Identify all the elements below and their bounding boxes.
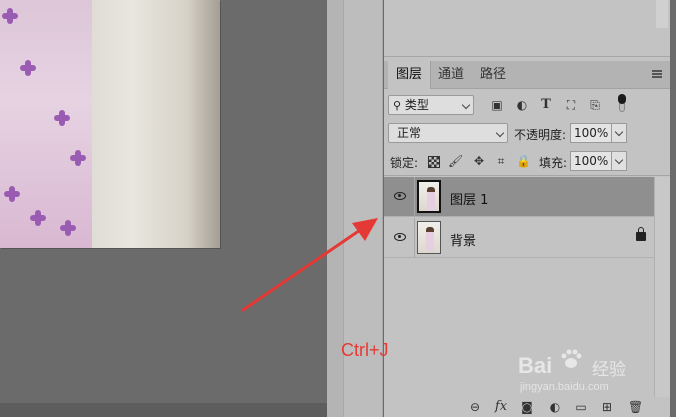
visibility-eye-icon[interactable]: [394, 192, 406, 200]
annotation-text: Ctrl+J: [341, 340, 389, 360]
fx-icon[interactable]: fx: [494, 400, 508, 414]
canvas-photo: [0, 0, 220, 248]
tab-layers[interactable]: 图层: [388, 61, 431, 89]
delete-layer-icon[interactable]: 🗑: [628, 400, 643, 414]
opacity-dropdown-button[interactable]: [611, 123, 627, 143]
watermark-url: jingyan.baidu.com: [520, 381, 609, 393]
visibility-eye-icon[interactable]: [394, 233, 406, 241]
layer-row-background[interactable]: 背景: [384, 218, 654, 258]
tab-paths[interactable]: 路径: [474, 61, 512, 89]
photo-dress-region: [0, 0, 92, 248]
lock-position-icon[interactable]: ✥: [472, 154, 486, 168]
divider: [414, 218, 415, 258]
photo-flower: [60, 220, 76, 236]
photo-flower: [2, 8, 18, 24]
photo-flower: [4, 186, 20, 202]
lock-icon: [636, 227, 646, 241]
lock-transparent-pixels-icon[interactable]: [428, 156, 440, 168]
smart-object-filter-icon[interactable]: ⎘: [588, 98, 602, 112]
baidu-jingyan-watermark: Bai 经验 jingyan.baidu.com: [518, 345, 648, 395]
panel-menu-icon[interactable]: [652, 70, 662, 78]
layer-row-layer-1[interactable]: 图层 1: [384, 177, 654, 217]
chevron-down-icon: [461, 100, 471, 110]
canvas-scroll-strip[interactable]: [0, 403, 327, 417]
image-filter-icon[interactable]: ▣: [490, 98, 504, 112]
opacity-input[interactable]: 100%: [570, 123, 612, 143]
chevron-down-icon: [614, 155, 624, 165]
fill-input[interactable]: 100%: [570, 151, 612, 171]
lock-image-pixels-icon[interactable]: 🖌: [448, 154, 463, 168]
shape-filter-icon[interactable]: ⛶: [564, 98, 578, 112]
blend-mode-value: 正常: [397, 126, 422, 140]
toggle-knob: [618, 94, 626, 104]
watermark-logo-text: Bai: [518, 353, 553, 378]
divider: [384, 175, 670, 176]
layer-name[interactable]: 背景: [450, 230, 476, 249]
layer-filter-select[interactable]: ⚲ 类型: [388, 95, 474, 115]
lock-all-icon[interactable]: 🔒: [516, 154, 531, 168]
layer-thumbnail[interactable]: [417, 180, 441, 213]
divider: [414, 177, 415, 217]
panel-tabbar: 图层 通道 路径: [384, 61, 670, 89]
add-mask-icon[interactable]: ◙: [520, 400, 534, 414]
link-layers-icon[interactable]: ⊖: [468, 400, 482, 414]
search-icon: ⚲: [393, 99, 402, 112]
blend-mode-select[interactable]: 正常: [388, 123, 508, 143]
type-filter-icon[interactable]: T: [539, 98, 553, 112]
upper-panel-scrollbar[interactable]: [656, 0, 668, 28]
new-group-icon[interactable]: ▭: [574, 400, 588, 414]
filter-kind-label: 类型: [404, 98, 429, 112]
thumbnail-figure: [426, 227, 434, 251]
photo-flower: [70, 150, 86, 166]
layers-bottom-toolbar: ⊖ fx ◙ ◐ ▭ ⊞ 🗑: [384, 397, 670, 417]
upper-panel: [384, 0, 670, 56]
photo-flower: [54, 110, 70, 126]
layer-name[interactable]: 图层 1: [450, 189, 488, 208]
fill-label: 填充:: [539, 156, 568, 170]
tab-channels[interactable]: 通道: [432, 61, 470, 89]
chevron-down-icon: [614, 127, 624, 137]
chevron-down-icon: [495, 128, 505, 138]
lock-label: 锁定:: [390, 156, 419, 170]
adjustment-filter-icon[interactable]: ◐: [515, 98, 529, 112]
fill-dropdown-button[interactable]: [611, 151, 627, 171]
new-adjustment-icon[interactable]: ◐: [548, 400, 562, 414]
new-layer-icon[interactable]: ⊞: [600, 400, 614, 414]
photo-flower: [30, 210, 46, 226]
photo-flower: [20, 60, 36, 76]
opacity-label: 不透明度:: [514, 128, 567, 142]
lock-artboard-icon[interactable]: ⌗: [494, 154, 508, 168]
layers-scrollbar[interactable]: [654, 177, 670, 407]
document-canvas[interactable]: [0, 0, 327, 403]
watermark-cn-text: 经验: [592, 360, 626, 380]
thumbnail-figure: [427, 187, 435, 211]
filter-toggle-switch[interactable]: [618, 94, 626, 112]
paw-logo-icon: [561, 349, 582, 368]
layer-thumbnail[interactable]: [417, 221, 441, 254]
